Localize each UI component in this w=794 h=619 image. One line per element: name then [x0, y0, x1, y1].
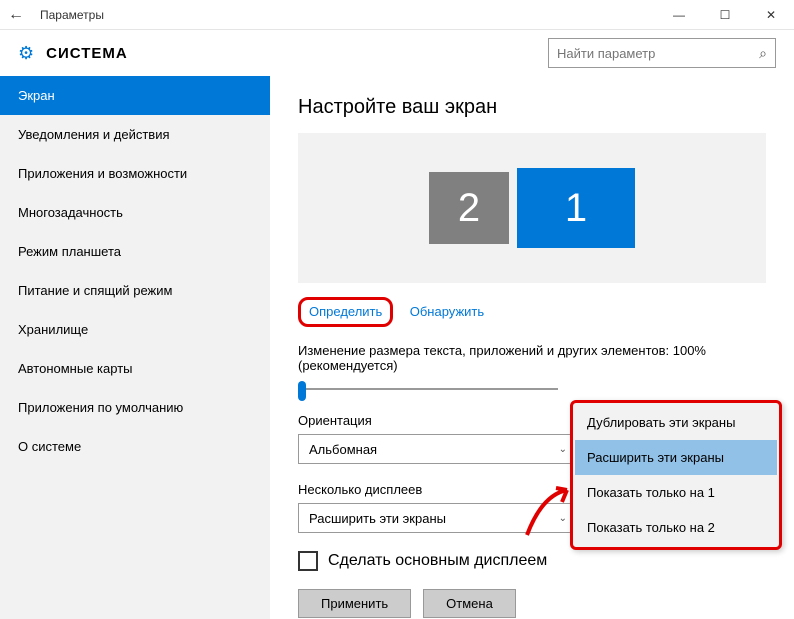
detect-link[interactable]: Обнаружить	[410, 304, 484, 319]
monitor-1[interactable]: 1	[517, 168, 635, 248]
sidebar-item[interactable]: Хранилище	[0, 310, 270, 349]
dropdown-option[interactable]: Дублировать эти экраны	[575, 405, 777, 440]
dropdown-option[interactable]: Показать только на 2	[575, 510, 777, 545]
orientation-value: Альбомная	[309, 442, 377, 457]
button-row: Применить Отмена	[298, 589, 766, 618]
sidebar-item[interactable]: Многозадачность	[0, 193, 270, 232]
monitor-arrangement[interactable]: 2 1	[298, 133, 766, 283]
page-title: Настройте ваш экран	[298, 96, 766, 119]
chevron-down-icon: ⌄	[559, 444, 567, 455]
sidebar-item[interactable]: Питание и спящий режим	[0, 271, 270, 310]
scale-label: Изменение размера текста, приложений и д…	[298, 343, 766, 373]
dropdown-option[interactable]: Расширить эти экраны	[575, 440, 777, 475]
search-box[interactable]: ⌕	[548, 38, 776, 68]
identify-link[interactable]: Определить	[309, 304, 382, 319]
chevron-down-icon: ⌄	[559, 513, 567, 524]
sidebar-item[interactable]: Автономные карты	[0, 349, 270, 388]
back-button[interactable]: ←	[0, 6, 32, 24]
sidebar-item[interactable]: Уведомления и действия	[0, 115, 270, 154]
header: ⚙ СИСТЕМА ⌕	[0, 30, 794, 76]
monitor-2[interactable]: 2	[429, 172, 509, 244]
search-input[interactable]	[557, 46, 759, 61]
sidebar-item[interactable]: Экран	[0, 76, 270, 115]
multiple-displays-dropdown[interactable]: Расширить эти экраны ⌄	[298, 503, 578, 533]
header-title: СИСТЕМА	[46, 45, 548, 62]
sidebar-item[interactable]: Приложения и возможности	[0, 154, 270, 193]
gear-icon: ⚙	[18, 43, 34, 64]
make-main-checkbox[interactable]	[298, 551, 318, 571]
scale-slider[interactable]	[298, 379, 558, 399]
orientation-dropdown[interactable]: Альбомная ⌄	[298, 434, 578, 464]
dropdown-option[interactable]: Показать только на 1	[575, 475, 777, 510]
slider-thumb[interactable]	[298, 381, 306, 401]
monitor-links: Определить Обнаружить	[298, 297, 766, 327]
make-main-row: Сделать основным дисплеем	[298, 551, 766, 571]
maximize-button[interactable]: ☐	[702, 0, 748, 30]
sidebar: ЭкранУведомления и действияПриложения и …	[0, 76, 270, 619]
make-main-label: Сделать основным дисплеем	[328, 552, 547, 570]
highlight-identify: Определить	[298, 297, 393, 327]
multiple-displays-value: Расширить эти экраны	[309, 511, 446, 526]
cancel-button[interactable]: Отмена	[423, 589, 516, 618]
sidebar-item[interactable]: Режим планшета	[0, 232, 270, 271]
sidebar-item[interactable]: Приложения по умолчанию	[0, 388, 270, 427]
minimize-button[interactable]: —	[656, 0, 702, 30]
close-button[interactable]: ✕	[748, 0, 794, 30]
multiple-displays-options: Дублировать эти экраныРасширить эти экра…	[570, 400, 782, 550]
window-title: Параметры	[32, 8, 656, 22]
slider-track	[298, 388, 558, 390]
apply-button[interactable]: Применить	[298, 589, 411, 618]
search-icon: ⌕	[759, 45, 767, 62]
sidebar-item[interactable]: О системе	[0, 427, 270, 466]
titlebar: ← Параметры — ☐ ✕	[0, 0, 794, 30]
